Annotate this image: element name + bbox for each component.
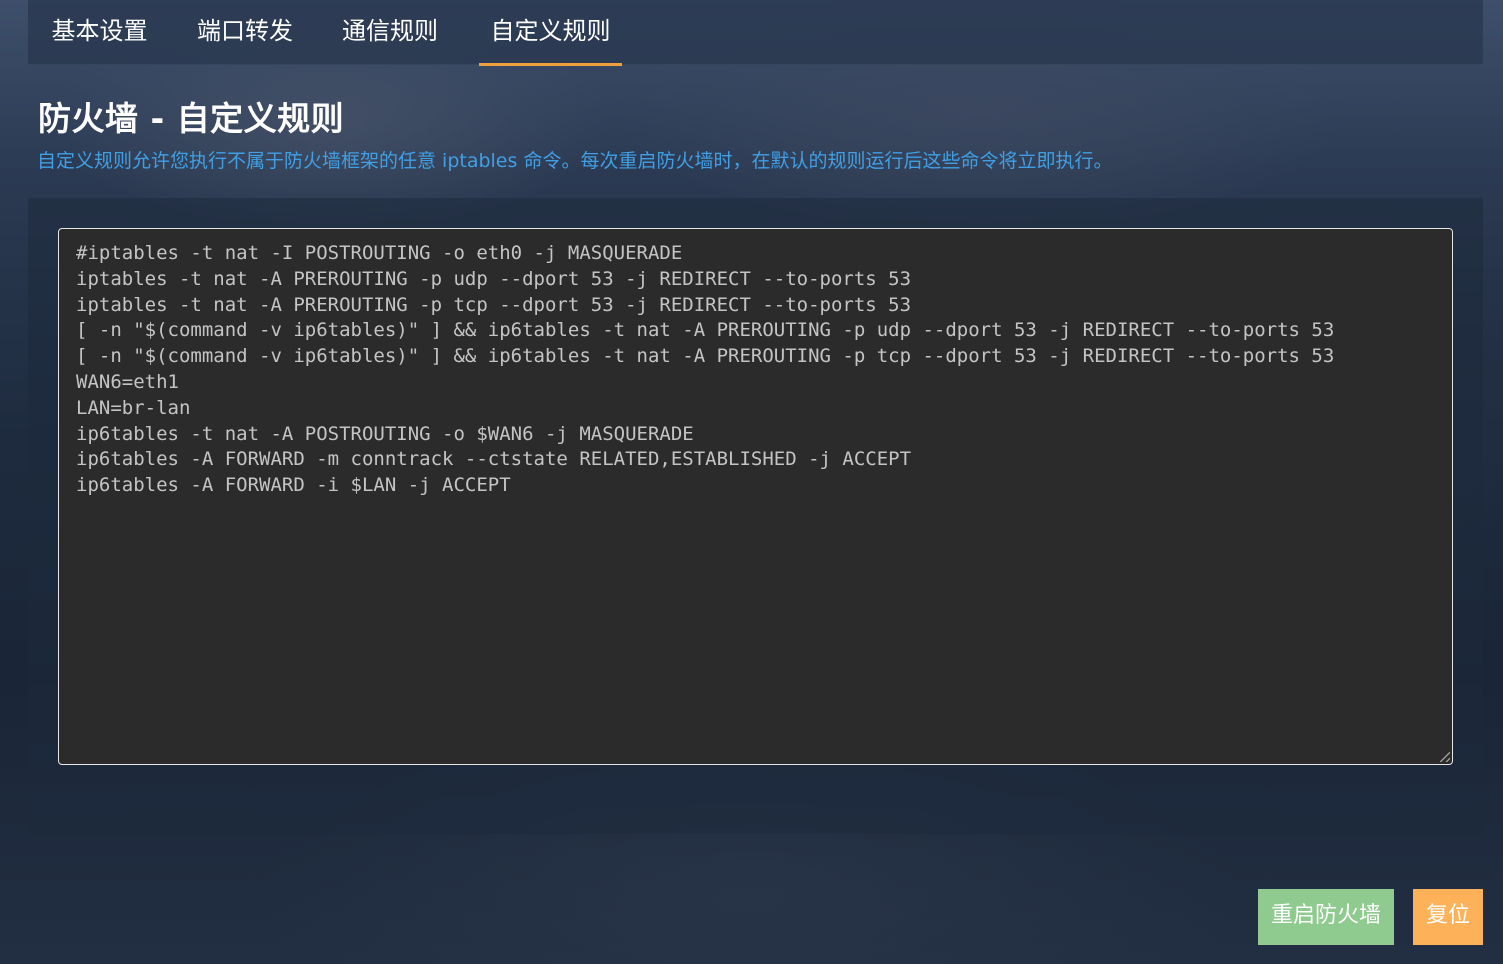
editor-line: #iptables -t nat -I POSTROUTING -o eth0 … xyxy=(76,242,683,264)
editor-line: [ -n "$(command -v ip6tables)" ] && ip6t… xyxy=(76,319,1335,342)
custom-rules-textarea[interactable]: #iptables -t nat -I POSTROUTING -o eth0 … xyxy=(58,228,1453,765)
page-title: 防火墙 - 自定义规则 xyxy=(38,99,345,138)
resize-grip-icon[interactable] xyxy=(1440,752,1450,762)
editor-line: ip6tables -A FORWARD -m conntrack --ctst… xyxy=(76,448,912,471)
editor-line: ip6tables -A FORWARD -i $LAN -j ACCEPT xyxy=(76,474,511,497)
editor-line: iptables -t nat -A PREROUTING -p udp --d… xyxy=(76,267,912,290)
reset-button[interactable]: 复位 xyxy=(1413,889,1483,945)
tab-port-forwarding[interactable]: 端口转发 xyxy=(171,0,319,64)
tab-custom-rules[interactable]: 自定义规则 xyxy=(479,0,622,66)
page-description: 自定义规则允许您执行不属于防火墙框架的任意 iptables 命令。每次重启防火… xyxy=(37,150,1113,172)
editor-line: [ -n "$(command -v ip6tables)" ] && ip6t… xyxy=(76,345,1335,368)
editor-line: WAN6=eth1 xyxy=(76,370,179,393)
tab-bar: 基本设置 端口转发 通信规则 自定义规则 xyxy=(28,0,1483,66)
tab-basic-settings[interactable]: 基本设置 xyxy=(28,0,171,64)
editor-line: ip6tables -t nat -A POSTROUTING -o $WAN6… xyxy=(76,422,694,445)
editor-line: LAN=br-lan xyxy=(76,396,191,419)
tab-traffic-rules[interactable]: 通信规则 xyxy=(319,0,461,64)
restart-firewall-button[interactable]: 重启防火墙 xyxy=(1258,889,1394,945)
editor-line: iptables -t nat -A PREROUTING -p tcp --d… xyxy=(76,293,912,316)
